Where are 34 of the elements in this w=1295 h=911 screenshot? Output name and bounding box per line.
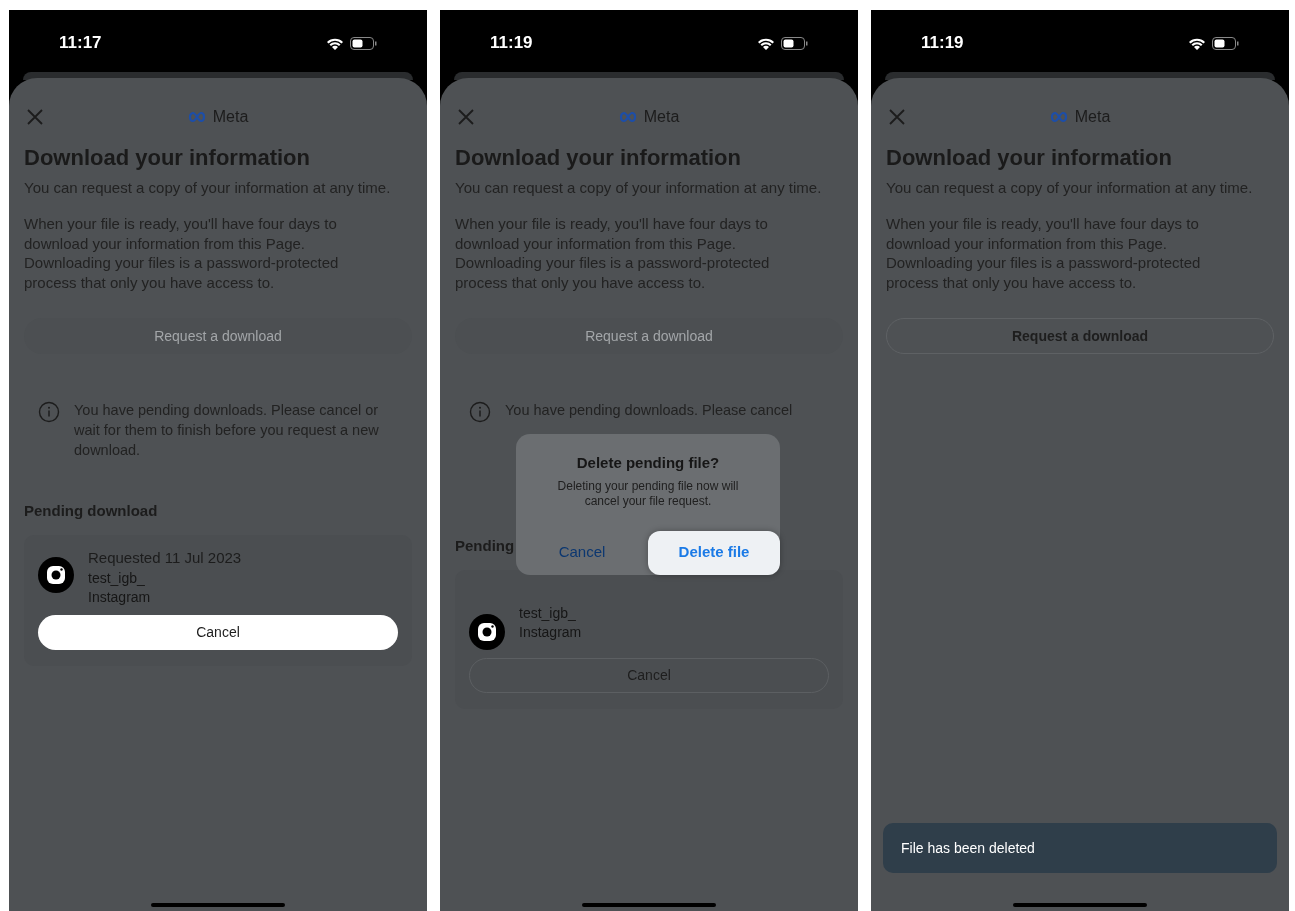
camera-app-icon [469,613,505,650]
battery-icon [350,36,377,50]
status-time: 11:19 [490,32,533,55]
dialog-message: Deleting your pending file now will cancel your file request. [556,478,740,509]
wifi-icon [1188,36,1206,50]
info-icon [38,401,60,423]
account-name: test_igb_ [519,603,577,623]
brand-name: Meta [1074,107,1111,127]
status-time: 11:19 [921,32,964,55]
brand-name: Meta [643,107,680,127]
app-name: Instagram [519,622,582,642]
wifi-icon [757,36,775,50]
close-icon[interactable] [457,108,475,126]
dialog-title: Delete pending file? [576,453,720,473]
brand-name: Meta [212,107,249,127]
info-icon [469,401,491,423]
dialog-button[interactable]: Delete file [648,530,780,575]
close-icon[interactable] [888,108,906,126]
toast-message: File has been deleted [883,823,1277,873]
wifi-icon [326,36,344,50]
section-heading: Pending download [24,501,158,521]
app-name: Instagram [88,587,152,607]
account-name: test_igb_ [88,568,146,588]
battery-icon [1212,36,1239,50]
section-heading: Pending [455,536,515,556]
page-title: Download your information [455,144,742,172]
page-title: Download your information [24,144,311,172]
cancel-button[interactable]: Cancel [38,614,398,650]
battery-icon [781,36,808,50]
dialog-button[interactable]: Cancel [516,530,648,575]
camera-app-icon [38,556,74,593]
close-icon[interactable] [26,108,44,126]
status-time: 11:17 [59,32,102,55]
page-title: Download your information [886,144,1173,172]
